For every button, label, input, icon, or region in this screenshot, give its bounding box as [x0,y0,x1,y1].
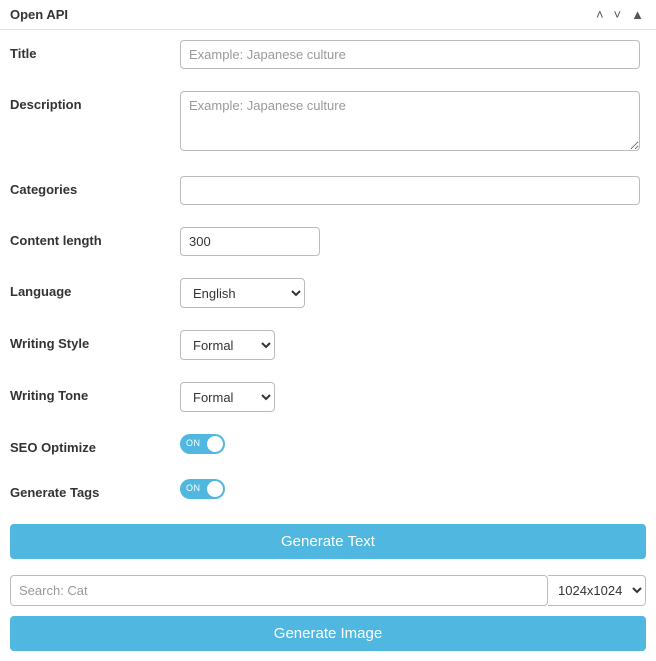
panel-header: Open API ˄ ˅ ▲ [0,0,656,30]
language-label: Language [10,278,180,299]
title-input[interactable] [180,40,640,69]
writing-style-label: Writing Style [10,330,180,351]
toggle-knob-icon [207,481,223,497]
collapse-up-icon[interactable]: ˄ [594,6,606,23]
panel-controls: ˄ ˅ ▲ [594,6,646,23]
collapse-down-icon[interactable]: ˅ [612,6,624,23]
generate-tags-label: Generate Tags [10,479,180,500]
description-label: Description [10,91,180,112]
content-length-label: Content length [10,227,180,248]
writing-style-select[interactable]: Formal [180,330,275,360]
image-size-select[interactable]: 1024x1024 [548,575,646,606]
toggle-state-label: ON [186,483,201,493]
writing-tone-label: Writing Tone [10,382,180,403]
row-writing-tone: Writing Tone Formal [10,382,646,412]
row-writing-style: Writing Style Formal [10,330,646,360]
row-generate-tags: Generate Tags ON [10,479,646,502]
form-body: Title Description Categories Content len… [0,30,656,661]
row-categories: Categories [10,176,646,205]
row-seo-optimize: SEO Optimize ON [10,434,646,457]
generate-text-button[interactable]: Generate Text [10,524,646,559]
image-search-input[interactable] [10,575,548,606]
row-description: Description [10,91,646,154]
image-search-row: 1024x1024 [10,575,646,606]
generate-tags-toggle[interactable]: ON [180,479,225,499]
categories-label: Categories [10,176,180,197]
collapse-triangle-icon[interactable]: ▲ [629,6,646,23]
toggle-state-label: ON [186,438,201,448]
row-language: Language English [10,278,646,308]
description-textarea[interactable] [180,91,640,151]
generate-image-button[interactable]: Generate Image [10,616,646,651]
title-label: Title [10,40,180,61]
language-select[interactable]: English [180,278,305,308]
categories-input[interactable] [180,176,640,205]
panel-title: Open API [10,7,594,22]
content-length-input[interactable] [180,227,320,256]
toggle-knob-icon [207,436,223,452]
row-content-length: Content length [10,227,646,256]
writing-tone-select[interactable]: Formal [180,382,275,412]
seo-optimize-toggle[interactable]: ON [180,434,225,454]
row-title: Title [10,40,646,69]
seo-optimize-label: SEO Optimize [10,434,180,455]
